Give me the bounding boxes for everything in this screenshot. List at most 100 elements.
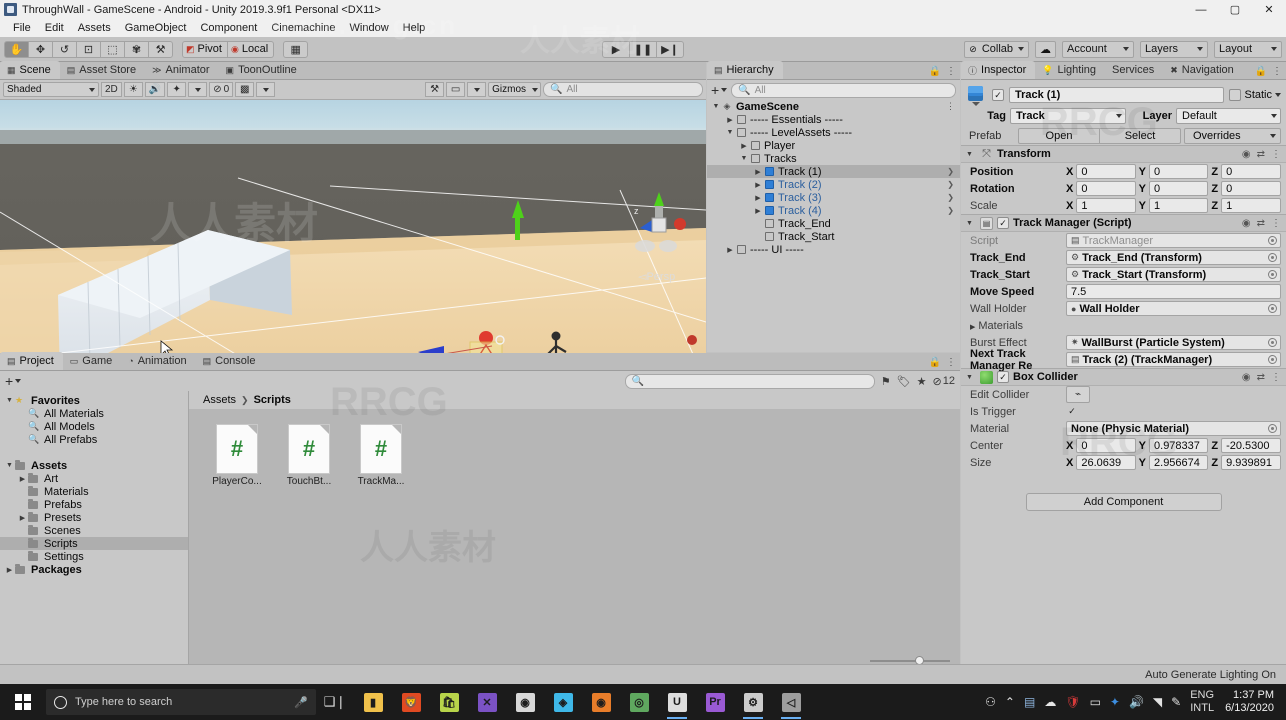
task-view-button[interactable]: ❑❘	[316, 684, 354, 720]
close-button[interactable]: ✕	[1252, 0, 1286, 19]
taskbar-app-audacity[interactable]: ◎	[620, 684, 658, 720]
breadcrumb-scripts[interactable]: Scripts	[254, 394, 291, 406]
project-tree-item-all-models[interactable]: 🔍All Models	[0, 420, 188, 433]
clock[interactable]: 1:37 PM 6/13/2020	[1223, 689, 1280, 715]
foldout-open-icon[interactable]: ▼	[711, 103, 721, 110]
asset-item[interactable]: #PlayerCo...	[209, 425, 265, 487]
lock-icon[interactable]: 🔒	[929, 66, 941, 77]
axis-input[interactable]: 9.939891	[1221, 455, 1281, 470]
axis-input[interactable]: 0	[1149, 181, 1208, 196]
is-trigger-checkbox[interactable]: ✓	[1066, 406, 1078, 418]
collab-dropdown[interactable]: ⊘ Collab	[964, 41, 1029, 58]
foldout-open-icon[interactable]: ▼	[725, 129, 735, 136]
axis-input[interactable]: 0	[1221, 164, 1281, 179]
project-tree-item-presets[interactable]: ▶Presets	[0, 511, 188, 524]
hidden-packages-filter[interactable]: ⊘ 12	[933, 375, 955, 388]
pen-icon[interactable]: ✎	[1171, 695, 1181, 709]
scene-fx-dropdown[interactable]	[188, 82, 207, 97]
object-reference-field[interactable]: ▤TrackManager	[1066, 233, 1281, 248]
object-picker-icon[interactable]	[1268, 270, 1277, 279]
axis-input[interactable]: 0	[1149, 164, 1208, 179]
pivot-toggle[interactable]: ◩ Pivot	[182, 41, 228, 58]
scene-grid-dropdown[interactable]	[256, 82, 275, 97]
foldout-open-icon[interactable]: ▼	[966, 220, 976, 227]
scale-tool-icon[interactable]: ⊡	[76, 41, 101, 58]
object-reference-field[interactable]: ✷WallBurst (Particle System)	[1066, 335, 1281, 350]
microphone-icon[interactable]: 🎤	[294, 696, 308, 709]
axis-input[interactable]: 0	[1221, 181, 1281, 196]
tab-navigation[interactable]: ✖ Navigation	[1163, 61, 1243, 79]
object-picker-icon[interactable]	[1268, 236, 1277, 245]
start-button[interactable]	[0, 684, 46, 720]
menu-help[interactable]: Help	[396, 19, 433, 37]
layer-dropdown[interactable]: Default	[1176, 108, 1281, 124]
tab-animation[interactable]: ◔ Animation	[121, 352, 195, 370]
tag-dropdown[interactable]: Track	[1010, 108, 1126, 124]
camera-tray-icon[interactable]: ▭	[1090, 695, 1101, 709]
help-icon[interactable]: ◉	[1242, 372, 1251, 383]
prefab-enter-icon[interactable]: ❯	[947, 193, 954, 202]
layers-dropdown[interactable]: Layers	[1140, 41, 1208, 58]
taskbar-search-input[interactable]: Type here to search 🎤	[46, 689, 316, 715]
menu-cinemachine[interactable]: Cinemachine	[264, 19, 342, 37]
help-icon[interactable]: ◉	[1242, 218, 1251, 229]
show-hidden-icons[interactable]: ⌃	[1005, 695, 1015, 709]
prefab-overrides-dropdown[interactable]: Overrides	[1184, 128, 1281, 144]
taskbar-app-premiere-pro[interactable]: Pr	[696, 684, 734, 720]
hierarchy-item-track-start[interactable]: Track_Start	[707, 230, 960, 243]
object-reference-field[interactable]: ⚙Track_End (Transform)	[1066, 250, 1281, 265]
lock-icon-inspector[interactable]: 🔒	[1255, 66, 1267, 77]
favorites-filter-icon[interactable]: ★	[917, 375, 927, 388]
taskbar-app-blender-2[interactable]: ◉	[582, 684, 620, 720]
object-reference-field[interactable]: None (Physic Material)	[1066, 421, 1281, 436]
hierarchy-item-tracks[interactable]: ▼Tracks	[707, 152, 960, 165]
move-tool-icon[interactable]: ✥	[28, 41, 53, 58]
menu-file[interactable]: File	[6, 19, 38, 37]
foldout-open-icon[interactable]: ▼	[4, 397, 15, 404]
bluetooth-icon[interactable]: ✦	[1110, 695, 1120, 709]
hierarchy-item-track-3[interactable]: ▶Track (3)❯	[707, 191, 960, 204]
foldout-open-icon[interactable]: ▼	[966, 151, 976, 158]
foldout-closed-icon[interactable]: ▶	[753, 207, 763, 215]
edit-collider-button[interactable]: ⌁	[1066, 386, 1090, 403]
axis-input[interactable]: 0.978337	[1149, 438, 1208, 453]
preset-icon[interactable]: ⇄	[1257, 218, 1265, 229]
hierarchy-item-levelassets[interactable]: ▼----- LevelAssets -----	[707, 126, 960, 139]
project-tree-item-settings[interactable]: Settings	[0, 550, 188, 563]
taskbar-app-unity-editor[interactable]: U	[658, 684, 696, 720]
hierarchy-item-ui[interactable]: ▶----- UI -----	[707, 243, 960, 256]
foldout-closed-icon[interactable]: ▶	[725, 116, 735, 124]
menu-edit[interactable]: Edit	[38, 19, 71, 37]
add-component-button[interactable]: Add Component	[1026, 493, 1222, 511]
component-enabled-checkbox[interactable]: ✓	[997, 217, 1009, 229]
taskbar-app-blender[interactable]: ◉	[506, 684, 544, 720]
chevron-down-icon-static[interactable]	[1275, 93, 1281, 97]
foldout-open-icon[interactable]: ▼	[739, 155, 749, 162]
tab-inspector[interactable]: ⓘ Inspector	[961, 61, 1035, 79]
cloud-button[interactable]: ☁	[1035, 41, 1056, 58]
prefab-open-button[interactable]: Open	[1018, 128, 1100, 144]
object-picker-icon[interactable]	[1268, 338, 1277, 347]
gameobject-icon[interactable]	[966, 85, 987, 106]
scene-search-input[interactable]: 🔍 All	[543, 82, 703, 97]
preset-icon[interactable]: ⇄	[1257, 149, 1265, 160]
taskbar-app-brave-browser[interactable]: 🦁	[392, 684, 430, 720]
axis-input[interactable]: 1	[1221, 198, 1281, 213]
project-tree-item-scripts[interactable]: Scripts	[0, 537, 188, 550]
project-search-input[interactable]: 🔍	[625, 374, 875, 389]
project-tree-item-all-prefabs[interactable]: 🔍All Prefabs	[0, 433, 188, 446]
scene-tools-icon[interactable]: ⚒	[425, 82, 444, 97]
taskbar-app-visual-studio-code[interactable]: ✕	[468, 684, 506, 720]
local-toggle[interactable]: ◉ Local	[228, 41, 274, 58]
object-picker-icon[interactable]	[1268, 355, 1277, 364]
object-picker-icon[interactable]	[1268, 424, 1277, 433]
project-tree-item-all-materials[interactable]: 🔍All Materials	[0, 407, 188, 420]
object-picker-icon[interactable]	[1268, 304, 1277, 313]
tab-animator[interactable]: ≫ Animator	[145, 61, 218, 79]
filter-by-label-icon[interactable]: 🏷	[897, 375, 911, 388]
hierarchy-tree[interactable]: ▼◈GameScene⋮▶----- Essentials -----▼----…	[707, 100, 960, 350]
people-icon[interactable]: ⚇	[985, 695, 996, 709]
kebab-menu-icon-inspector[interactable]: ⋮	[1272, 66, 1282, 77]
lock-icon-project[interactable]: 🔒	[929, 357, 941, 368]
asset-item[interactable]: #TouchBt...	[281, 425, 337, 487]
